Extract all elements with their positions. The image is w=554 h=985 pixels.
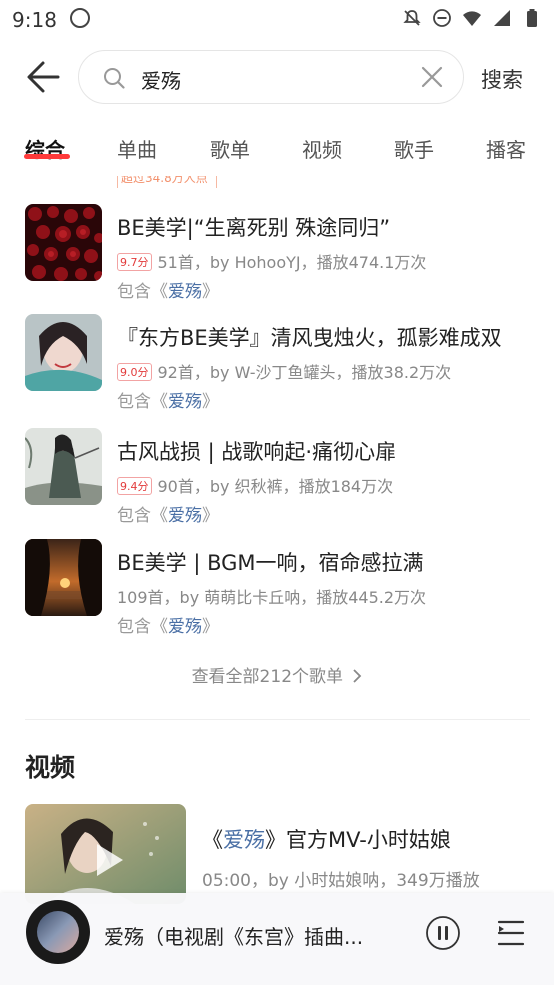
playlist-meta: 109首，by 萌萌比卡丘呐，播放445.2万次 [117,588,427,607]
playlist-item[interactable]: 古风战损 | 战歌响起·痛彻心扉 9.4分 90首，by 织秋裤，播放184万次 … [0,428,554,538]
tab-artists[interactable]: 歌手 [394,134,434,163]
playlist-title: 『东方BE美学』清风曳烛火，孤影难成双 [117,326,502,350]
chevron-right-icon [353,669,362,683]
tab-videos[interactable]: 视频 [302,134,342,163]
video-thumbnail [25,804,186,904]
video-section-title: 视频 [25,753,76,782]
playlist-item[interactable]: BE美学|“生离死别 殊途同归” 9.7分 51首，by HohooYJ，播放47… [0,204,554,314]
pause-icon[interactable] [425,915,461,951]
active-tab-indicator [24,154,70,159]
tab-podcasts[interactable]: 播客 [486,134,526,163]
status-time: 9:18 [12,8,57,32]
tab-songs[interactable]: 单曲 [117,134,157,163]
playlist-item[interactable]: 『东方BE美学』清风曳烛火，孤影难成双 9.0分 92首，by W-沙丁鱼罐头，播… [0,314,554,424]
playlist-contains: 包含《爱殇》 [117,392,219,412]
playlist-title: BE美学 | BGM一响，宿命感拉满 [117,551,424,575]
clear-icon[interactable] [421,66,443,88]
result-tabs: 综合 单曲 歌单 视频 歌手 播客 [0,130,554,170]
playlist-cover [25,314,102,391]
back-arrow-icon[interactable] [26,60,62,94]
playlist-title: 古风战损 | 战歌响起·痛彻心扉 [117,440,397,464]
album-art [37,911,79,953]
battery-icon [527,9,537,27]
do-not-disturb-icon [433,9,451,27]
search-query[interactable]: 爱殇 [141,65,181,94]
mini-player[interactable]: 爱殇（电视剧《东宫》插曲... [0,893,554,985]
status-icons [402,8,542,28]
video-meta: 05:00，by 小时姑娘呐，349万播放 [202,871,480,891]
search-button[interactable]: 搜索 [481,64,523,94]
playlist-item[interactable]: BE美学 | BGM一响，宿命感拉满 109首，by 萌萌比卡丘呐，播放445.… [0,539,554,649]
see-all-playlists-link[interactable]: 查看全部212个歌单 [0,662,554,687]
now-playing-title[interactable]: 爱殇（电视剧《东宫》插曲... [104,921,394,950]
playlist-cover [25,204,102,281]
hot-badge: 超过34.8万人点击 [117,176,217,188]
signal-icon [494,10,510,26]
playlist-contains: 包含《爱殇》 [117,617,219,637]
score-badge: 9.0分 [117,363,152,381]
mute-bell-icon [403,10,421,26]
playlist-contains: 包含《爱殇》 [117,506,219,526]
playlist-meta: 9.4分 90首，by 织秋裤，播放184万次 [117,473,393,497]
netease-notification-icon [70,8,90,28]
tab-playlists[interactable]: 歌单 [210,134,250,163]
video-title: 《爱殇》官方MV-小时姑娘 [202,828,451,852]
playlist-meta: 9.7分 51首，by HohooYJ，播放474.1万次 [117,249,426,273]
album-disc[interactable] [26,900,90,964]
score-badge: 9.7分 [117,253,152,271]
video-item[interactable]: 《爱殇》官方MV-小时姑娘 05:00，by 小时姑娘呐，349万播放 [0,804,554,904]
playlist-contains: 包含《爱殇》 [117,282,219,302]
playlist-cover [25,428,102,505]
playlist-queue-icon[interactable] [495,917,527,949]
playlist-meta: 9.0分 92首，by W-沙丁鱼罐头，播放38.2万次 [117,359,451,383]
status-bar: 9:18 [0,0,554,40]
wifi-icon [463,11,481,26]
section-divider [25,719,530,720]
search-header: 爱殇 搜索 [0,46,554,108]
playlist-cover [25,539,102,616]
score-badge: 9.4分 [117,477,152,495]
playlist-title: BE美学|“生离死别 殊途同归” [117,216,391,240]
search-input[interactable]: 爱殇 [78,50,464,104]
search-icon [104,68,125,89]
